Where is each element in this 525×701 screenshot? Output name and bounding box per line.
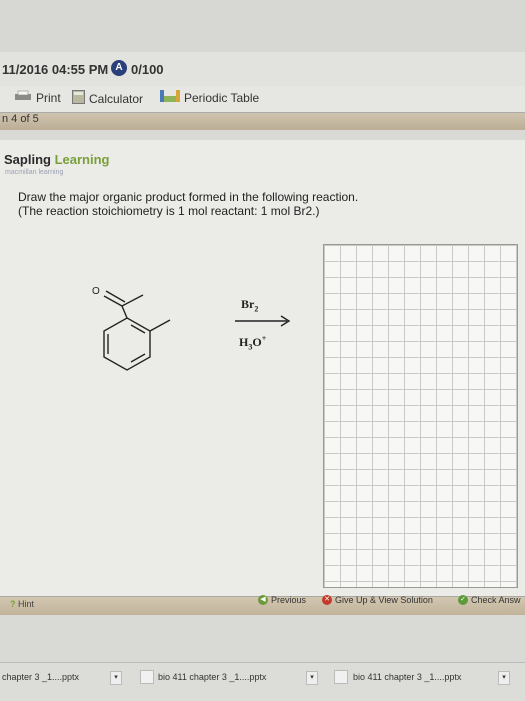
reactant-molecule: [103, 290, 291, 371]
reagent-o: O: [252, 335, 262, 349]
previous-icon: ◀: [258, 595, 268, 605]
download-item-2[interactable]: bio 411 chapter 3 _1....pptx: [158, 672, 266, 682]
check-answer-button[interactable]: ✓ Check Answ: [458, 595, 521, 605]
chevron-down-icon[interactable]: ▾: [110, 671, 122, 685]
reagent-br-subscript: 2: [254, 304, 259, 314]
reagent-bromine: Br2: [241, 297, 258, 313]
check-icon: ✓: [458, 595, 468, 605]
reagent-h: H: [239, 335, 249, 349]
drawing-canvas[interactable]: [323, 244, 518, 588]
previous-button[interactable]: ◀ Previous: [258, 595, 306, 605]
reagent-plus: +: [261, 334, 267, 343]
hint-label: Hint: [18, 599, 35, 609]
reagent-hydronium: H3O+: [239, 334, 266, 351]
give-up-button[interactable]: ✕ Give Up & View Solution: [322, 595, 433, 605]
reagent-br: Br: [241, 297, 255, 311]
chevron-down-icon[interactable]: ▾: [306, 671, 318, 685]
oxygen-label: O: [92, 286, 100, 297]
give-up-icon: ✕: [322, 595, 332, 605]
previous-label: Previous: [271, 595, 307, 605]
download-item-3[interactable]: bio 411 chapter 3 _1....pptx: [353, 672, 461, 682]
download-item-1[interactable]: chapter 3 _1....pptx: [2, 672, 79, 682]
pptx-file-icon: [140, 670, 154, 684]
hint-icon: ?: [10, 599, 16, 609]
chevron-down-icon[interactable]: ▾: [498, 671, 510, 685]
give-up-label: Give Up & View Solution: [335, 595, 433, 605]
check-answer-label: Check Answ: [471, 595, 521, 605]
hint-button[interactable]: ? Hint: [10, 599, 34, 609]
pptx-file-icon: [334, 670, 348, 684]
